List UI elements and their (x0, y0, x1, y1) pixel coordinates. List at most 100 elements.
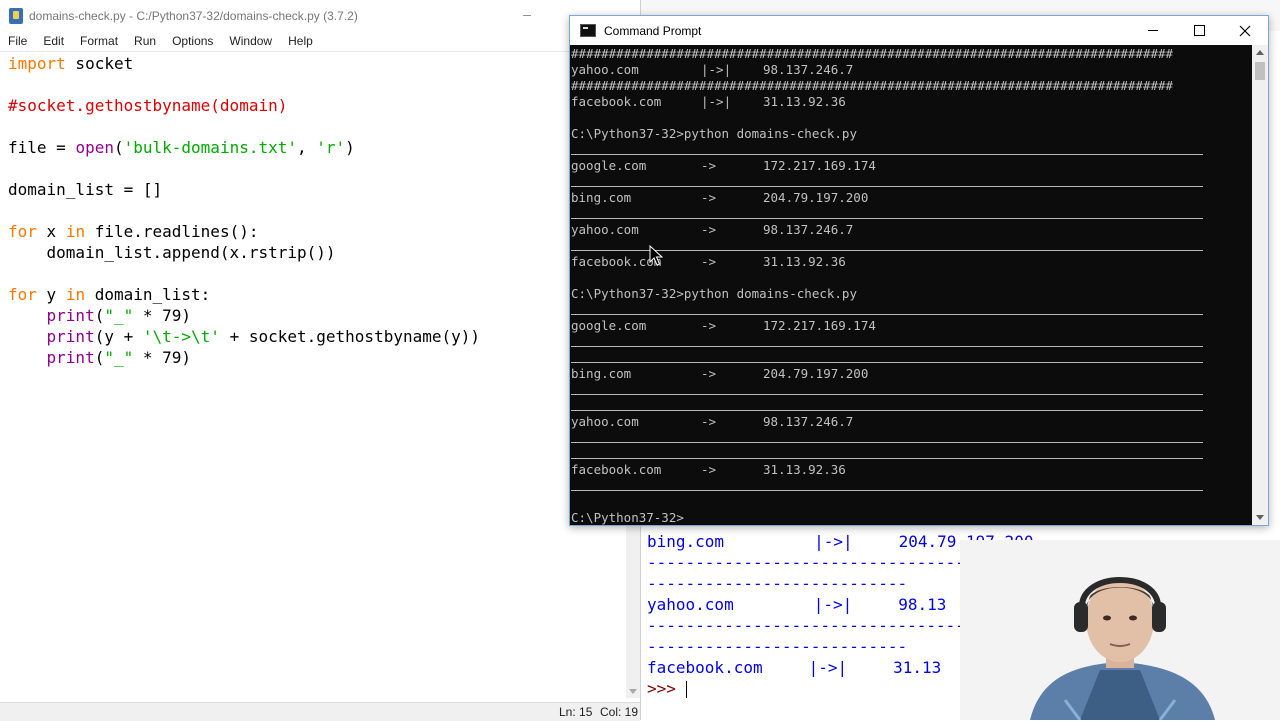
code-string: '\t->\t' (142, 327, 220, 346)
cmd-domain: facebook.com (571, 254, 662, 269)
code-line-7: domain_list = [] (8, 180, 163, 199)
mouse-pointer-icon (649, 245, 663, 266)
cmd-ip: 31.13.92.36 (763, 94, 846, 109)
menu-edit[interactable]: Edit (35, 34, 72, 48)
cmd-separator: -> (701, 414, 717, 429)
cmd-hash-line: ########################################… (571, 78, 1174, 93)
cmd-separator: -> (701, 190, 717, 205)
code-text: y (36, 285, 66, 304)
cmd-rule-line (571, 346, 1203, 347)
menu-run[interactable]: Run (126, 34, 164, 48)
cmd-ip: 172.217.169.174 (763, 158, 876, 173)
close-button[interactable] (1222, 16, 1268, 45)
cmd-domain: facebook.com (571, 462, 662, 477)
cmd-separator: |->| (701, 94, 732, 109)
shell-arrow: |->| (808, 658, 848, 677)
status-column-number: Col: 19 (600, 705, 639, 719)
cmd-rule-line (571, 490, 1203, 491)
code-text: ( (113, 138, 124, 157)
cmd-domain: yahoo.com (571, 222, 639, 237)
maximize-button[interactable] (1176, 16, 1222, 45)
cmd-ip: 98.137.246.7 (763, 62, 854, 77)
editor-statusbar: Ln: 15 Col: 19 (0, 702, 640, 721)
text-caret (685, 681, 687, 698)
code-line-9: for x in file.readlines(): (8, 221, 568, 242)
menu-format[interactable]: Format (72, 34, 126, 48)
code-line-1: import socket (8, 53, 568, 74)
cmd-rule-line (571, 186, 1203, 187)
cmd-console-output[interactable]: ########################################… (570, 45, 1252, 525)
code-line-13: print("_" * 79) (8, 305, 568, 326)
menu-help[interactable]: Help (280, 34, 321, 48)
cmd-vertical-scrollbar[interactable] (1252, 45, 1268, 525)
code-editor-area[interactable]: import socket #socket.gethostbyname(doma… (8, 53, 568, 368)
cmd-result-line: yahoo.com -> 98.137.246.7 (571, 222, 853, 238)
code-keyword: in (65, 285, 86, 304)
shell-domain: bing.com (647, 532, 725, 551)
code-line-15: print("_" * 79) (8, 347, 568, 368)
cmd-result-line: google.com -> 172.217.169.174 (571, 158, 876, 174)
cmd-result-line: yahoo.com |->| 98.137.246.7 (571, 62, 853, 78)
cmd-result-line: yahoo.com -> 98.137.246.7 (571, 414, 853, 430)
cmd-rule-line (571, 362, 1203, 363)
minimize-button[interactable] (1130, 16, 1176, 45)
cmd-ip: 172.217.169.174 (763, 318, 876, 333)
menu-options[interactable]: Options (164, 34, 221, 48)
shell-ip: 31.13 (893, 658, 942, 677)
code-text: (y + (94, 327, 143, 346)
cmd-rule-line (571, 394, 1203, 395)
presenter-webcam-image (960, 540, 1280, 720)
cmd-rule-line (571, 442, 1203, 443)
cmd-titlebar[interactable]: Command Prompt (570, 16, 1268, 45)
cmd-domain: google.com (571, 318, 647, 333)
code-builtin: print (46, 348, 95, 367)
cmd-window-title: Command Prompt (604, 23, 702, 38)
code-string: 'r' (316, 138, 346, 157)
cmd-rule-line (571, 314, 1203, 315)
cmd-ip: 204.79.197.200 (763, 190, 869, 205)
code-text: file.readlines(): (85, 222, 259, 241)
cmd-ip: 204.79.197.200 (763, 366, 869, 381)
cmd-separator: -> (701, 222, 717, 237)
cmd-domain: yahoo.com (571, 414, 639, 429)
cmd-separator: -> (701, 462, 717, 477)
editor-menubar: File Edit Format Run Options Window Help (0, 31, 640, 52)
menu-file[interactable]: File (0, 34, 35, 48)
scroll-up-arrow-icon[interactable] (1256, 50, 1264, 55)
code-keyword: import (8, 54, 66, 73)
cmd-domain: bing.com (571, 366, 632, 381)
cmd-rule-line (571, 410, 1203, 411)
menu-window[interactable]: Window (221, 34, 280, 48)
cmd-separator: -> (701, 158, 717, 173)
code-text: ) (345, 138, 355, 157)
scroll-down-arrow-icon[interactable] (629, 689, 637, 694)
editor-titlebar[interactable]: domains-check.py - C:/Python37-32/domain… (0, 0, 640, 31)
editor-minimize-button[interactable]: – (518, 6, 536, 22)
code-text: domain_list: (85, 285, 211, 304)
scrollbar-thumb[interactable] (1255, 62, 1265, 80)
cmd-domain: bing.com (571, 190, 632, 205)
idle-editor-window: domains-check.py - C:/Python37-32/domain… (0, 0, 641, 721)
cmd-result-line: bing.com -> 204.79.197.200 (571, 366, 868, 382)
shell-arrow: |->| (814, 532, 853, 551)
webcam-overlay (960, 540, 1280, 720)
cmd-rule-line (571, 458, 1203, 459)
code-line-12: for y in domain_list: (8, 284, 568, 305)
python-file-icon (9, 7, 23, 24)
command-prompt-window[interactable]: Command Prompt #########################… (569, 15, 1269, 526)
code-comment: #socket.gethostbyname(domain) (8, 96, 288, 115)
scroll-down-arrow-icon[interactable] (1256, 515, 1264, 520)
cmd-hash-line: ########################################… (571, 46, 1174, 61)
cmd-domain: facebook.com (571, 94, 662, 109)
cmd-result-line: google.com -> 172.217.169.174 (571, 318, 876, 334)
cmd-result-line: facebook.com -> 31.13.92.36 (571, 254, 846, 270)
code-keyword: for (8, 222, 37, 241)
cmd-final-prompt[interactable]: C:\Python37-32> (571, 510, 684, 525)
code-text: , (297, 138, 317, 157)
code-keyword: in (65, 222, 86, 241)
code-line-14: print(y + '\t->\t' + socket.gethostbynam… (8, 326, 568, 347)
close-icon (1239, 25, 1251, 37)
